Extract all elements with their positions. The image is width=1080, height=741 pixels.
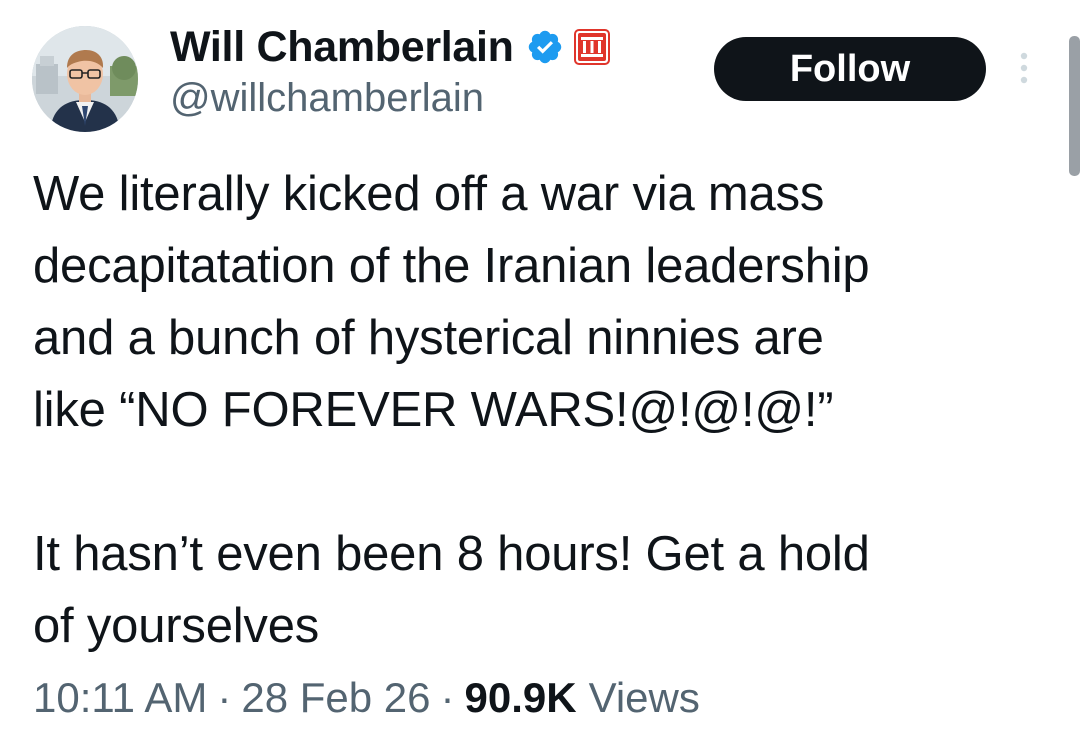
tweet-meta: 10:11 AM · 28 Feb 26 · 90.9K Views (33, 674, 700, 722)
author-display-name[interactable]: Will Chamberlain (170, 23, 514, 72)
scrollbar-thumb[interactable] (1069, 36, 1080, 176)
follow-button[interactable]: Follow (714, 37, 986, 101)
tweet-text: We literally kicked off a war via mass d… (33, 158, 1053, 662)
tweet-date[interactable]: 28 Feb 26 (241, 674, 430, 722)
tweet-card: Will Chamberlain @willchamberlain Follow (0, 0, 1080, 741)
author-avatar[interactable] (32, 26, 138, 132)
more-options-icon[interactable] (1012, 48, 1036, 88)
affiliate-badge-icon[interactable] (573, 29, 610, 65)
tweet-time[interactable]: 10:11 AM (33, 674, 207, 722)
views-label: Views (588, 674, 700, 721)
verified-badge-icon[interactable] (526, 28, 564, 66)
author-handle[interactable]: @willchamberlain (170, 76, 484, 121)
avatar-photo-icon (32, 26, 138, 132)
author-name-row: Will Chamberlain (170, 22, 610, 72)
tweet-paragraph-1: We literally kicked off a war via mass d… (33, 167, 870, 437)
meta-separator: · (440, 674, 455, 721)
meta-separator: · (217, 674, 232, 721)
tweet-paragraph-2: It hasn’t even been 8 hours! Get a hold … (33, 527, 870, 653)
views-count: 90.9K (464, 674, 577, 721)
